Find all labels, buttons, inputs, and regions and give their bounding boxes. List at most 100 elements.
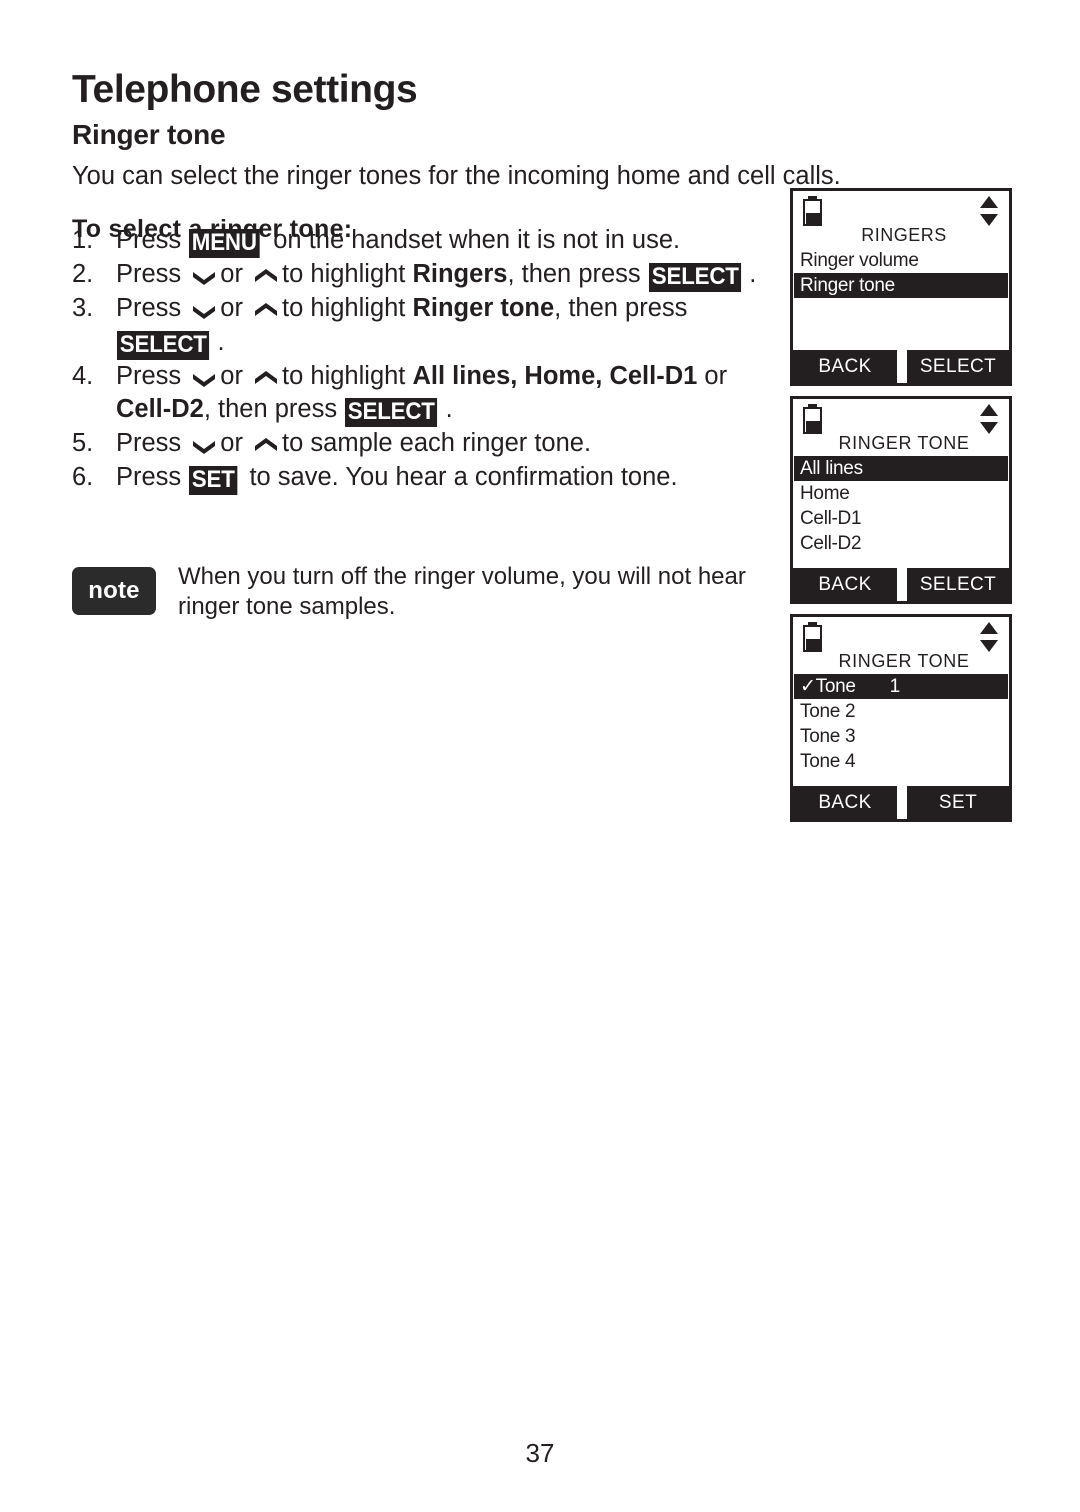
softkey-divider: [897, 568, 907, 601]
chevron-down-icon: [191, 303, 217, 319]
softkey-left[interactable]: BACK: [793, 568, 897, 601]
procedure-step: 6. Press SET to save. You hear a confirma…: [70, 461, 782, 495]
step-text: Press MENU on the handset when it is not…: [116, 224, 782, 258]
softkey-divider: [897, 350, 907, 383]
step-text: Press or to sample each ringer tone.: [116, 427, 782, 461]
chevron-down-icon: [191, 269, 217, 285]
procedure-step: 2. Press or to highlight Ringers, then pr…: [70, 258, 782, 292]
battery-icon: [803, 196, 822, 226]
step-text-run: to sample each ringer tone.: [282, 429, 592, 457]
lcd-screen-ringers: RINGERS Ringer volume Ringer tone BACK SELEC…: [790, 188, 1012, 386]
menu-item-reference: All lines, Home, Cell-D1: [412, 361, 698, 390]
lcd-menu-item-value: 1: [889, 676, 901, 697]
step-text-run: , then press: [554, 294, 688, 322]
lcd-menu-item-label: Tone: [815, 676, 856, 697]
menu-item-reference: Ringer tone: [412, 294, 555, 322]
manual-page: Telephone settings Ringer tone You can s…: [0, 0, 1080, 1512]
lcd-menu-item-selected[interactable]: All lines: [794, 456, 1008, 481]
lcd-screen-ringer-tone-lines: RINGER TONE All lines Home Cell-D1 Cell-D2 BA…: [790, 396, 1012, 604]
keycap-select[interactable]: SELECT: [345, 398, 438, 427]
softkey-left[interactable]: BACK: [793, 786, 897, 819]
lcd-menu-item[interactable]: Tone 2: [793, 699, 1009, 724]
softkey-left[interactable]: BACK: [793, 350, 897, 383]
lcd-menu-item[interactable]: Tone 3: [793, 724, 1009, 749]
lcd-softkey-bar: BACK SELECT: [793, 568, 1009, 601]
lcd-menu-item[interactable]: Tone 4: [793, 749, 1009, 774]
lcd-menu-item[interactable]: Ringer volume: [793, 248, 1009, 273]
lcd-menu-item-selected[interactable]: Ringer tone: [794, 273, 1008, 298]
lcd-menu-item-label: Tone 3: [800, 726, 856, 747]
note-text: When you turn off the ringer volume, you…: [178, 563, 746, 620]
lcd-menu-item[interactable]: Cell-D1: [793, 506, 1009, 531]
step-text: Press or to highlight Ringer tone, then …: [116, 292, 782, 360]
step-text-run: Press: [116, 462, 189, 491]
lcd-menu-item-label: Tone 2: [800, 701, 856, 722]
step-text-run: to highlight: [282, 361, 413, 390]
scroll-arrows-icon: [980, 196, 998, 226]
scroll-arrows-icon: [980, 622, 998, 652]
lcd-menu-item-selected[interactable]: ✓Tone 1: [794, 674, 1008, 699]
step-text-run: Press: [116, 429, 189, 457]
battery-icon: [803, 404, 822, 434]
lcd-status-bar: [793, 617, 1009, 655]
step-text-run: Press: [116, 260, 189, 288]
procedure-step-list: 1. Press MENU on the handset when it is n…: [70, 224, 782, 495]
step-text-run: or: [220, 260, 251, 288]
chevron-up-icon: [253, 370, 279, 385]
softkey-right[interactable]: SELECT: [907, 568, 1009, 601]
note-callout: note When you turn off the ringer volume…: [72, 562, 772, 622]
lcd-inner: RINGER TONE ✓Tone 1 Tone 2 Tone 3 Tone 4 BACK S…: [793, 617, 1009, 819]
keycap-set[interactable]: SET: [189, 465, 238, 495]
softkey-divider: [897, 786, 907, 819]
softkey-right[interactable]: SELECT: [907, 350, 1009, 383]
lcd-inner: RINGERS Ringer volume Ringer tone BACK SELEC…: [793, 191, 1009, 383]
step-text-run: or: [697, 361, 728, 390]
page-number: 37: [525, 1438, 555, 1468]
procedure-step: 5. Press or to sample each ringer tone.: [70, 427, 782, 461]
lcd-menu-item[interactable]: Cell-D2: [793, 531, 1009, 556]
step-text: Press or to highlight All lines, Home, C…: [116, 360, 782, 427]
lcd-menu-item-label: Tone 4: [800, 751, 856, 772]
lcd-softkey-bar: BACK SET: [793, 786, 1009, 819]
step-text-run: .: [445, 395, 453, 423]
step-text-run: on the handset when it is not in use.: [266, 226, 681, 254]
lcd-inner: RINGER TONE All lines Home Cell-D1 Cell-D2 BA…: [793, 399, 1009, 601]
lcd-menu-list: All lines Home Cell-D1 Cell-D2: [793, 456, 1009, 556]
chapter-title: Telephone settings: [72, 68, 418, 112]
step-text-run: , then press: [507, 260, 648, 288]
chevron-down-icon: [191, 438, 217, 454]
step-text-run: .: [749, 260, 757, 288]
lcd-menu-item-label: Home: [800, 483, 850, 504]
keycap-menu[interactable]: MENU: [189, 229, 260, 258]
lcd-menu-item-label: Cell-D1: [800, 508, 862, 529]
checkmark-icon: ✓: [800, 676, 816, 697]
keycap-select[interactable]: SELECT: [648, 263, 742, 292]
step-number: 4.: [72, 361, 94, 390]
step-text-run: Press: [116, 226, 189, 254]
step-number: 3.: [72, 294, 94, 322]
lcd-status-bar: [793, 191, 1009, 229]
battery-icon: [803, 622, 822, 652]
step-text-run: .: [217, 327, 225, 356]
step-text: Press or to highlight Ringers, then pres…: [116, 258, 782, 292]
chevron-down-icon: [191, 371, 217, 387]
step-number: 6.: [72, 462, 94, 491]
softkey-right[interactable]: SET: [907, 786, 1009, 819]
note-badge: note: [72, 567, 156, 615]
step-text-run: or: [220, 361, 251, 390]
lcd-menu-item-label: All lines: [800, 458, 863, 479]
lcd-menu-item[interactable]: Home: [793, 481, 1009, 506]
step-text-run: to highlight: [282, 294, 413, 322]
step-text-run: , then press: [203, 395, 345, 423]
step-number: 2.: [72, 260, 94, 288]
step-text-run: to highlight: [282, 260, 413, 288]
step-text-run: Press: [116, 361, 189, 390]
keycap-select[interactable]: SELECT: [117, 330, 210, 360]
procedure-step: 1. Press MENU on the handset when it is n…: [70, 224, 782, 258]
lcd-menu-item-label: Cell-D2: [800, 533, 862, 554]
section-title: Ringer tone: [72, 119, 226, 151]
procedure-step: 3. Press or to highlight Ringer tone, the…: [70, 292, 782, 360]
lcd-softkey-bar: BACK SELECT: [793, 350, 1009, 383]
step-text: Press SET to save. You hear a confirmati…: [116, 461, 782, 495]
step-text-run: to save. You hear a confirmation tone.: [242, 462, 678, 491]
